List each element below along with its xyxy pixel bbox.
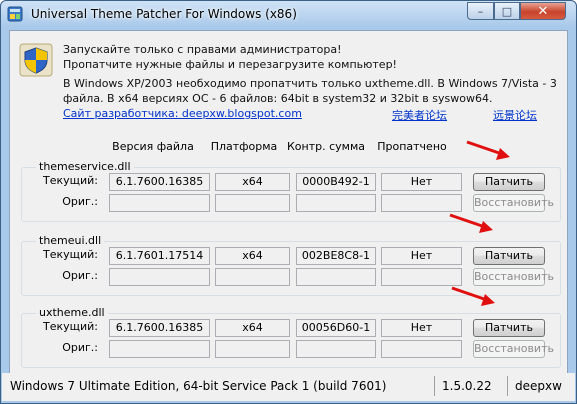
current-patched-field: Нет xyxy=(381,173,462,191)
file-name-label: themeservice.dll xyxy=(36,160,134,173)
patch-button[interactable]: Патчить xyxy=(473,173,545,191)
original-label: Ориг.: xyxy=(62,195,98,208)
restore-button[interactable]: Восстановить xyxy=(473,194,554,212)
original-checksum-field xyxy=(296,194,376,212)
developer-site-link[interactable]: Сайт разработчика: deepxw.blogspot.com xyxy=(63,107,302,120)
uac-shield-icon xyxy=(19,43,53,77)
original-platform-field xyxy=(215,340,290,358)
header-patched: Пропатчено xyxy=(377,140,447,153)
current-label: Текущий: xyxy=(42,320,98,333)
original-platform-field xyxy=(215,194,290,212)
red-arrow-icon xyxy=(451,286,495,306)
patch-button[interactable]: Патчить xyxy=(473,319,545,337)
admin-warning: Запускайте только с правами администрато… xyxy=(63,43,397,71)
file-name-label: uxtheme.dll xyxy=(36,306,108,319)
red-arrow-icon xyxy=(449,213,493,233)
current-version-field: 6.1.7601.17514 xyxy=(109,247,210,265)
status-bar: Windows 7 Ultimate Edition, 64-bit Servi… xyxy=(2,373,575,401)
original-patched-field xyxy=(381,340,462,358)
forum-link-1[interactable]: 完美者论坛 xyxy=(392,107,447,123)
forum-link-2[interactable]: 远景论坛 xyxy=(493,107,537,123)
current-version-field: 6.1.7600.16385 xyxy=(109,319,210,337)
window-title: Universal Theme Patcher For Windows (x86… xyxy=(31,7,297,21)
maximize-button[interactable]: □ xyxy=(494,2,520,20)
current-patched-field: Нет xyxy=(381,319,462,337)
current-label: Текущий: xyxy=(42,248,98,261)
current-patched-field: Нет xyxy=(381,247,462,265)
restore-button[interactable]: Восстановить xyxy=(473,340,554,358)
original-label: Ориг.: xyxy=(62,269,98,282)
main-window: Universal Theme Patcher For Windows (x86… xyxy=(0,0,577,404)
red-arrow-icon xyxy=(466,140,510,160)
header-platform: Платформа xyxy=(210,140,278,153)
status-author: deepxw xyxy=(515,379,562,393)
patch-button[interactable]: Патчить xyxy=(473,247,545,265)
title-bar[interactable]: Universal Theme Patcher For Windows (x86… xyxy=(1,1,576,29)
original-version-field xyxy=(109,194,210,212)
patch-description: В Windows XP/2003 необходимо пропатчить … xyxy=(63,77,557,105)
app-icon xyxy=(7,6,23,22)
status-separator xyxy=(434,376,435,396)
header-version: Версия файла xyxy=(112,140,194,153)
status-os: Windows 7 Ultimate Edition, 64-bit Servi… xyxy=(10,379,387,393)
original-label: Ориг.: xyxy=(62,341,98,354)
current-checksum-field: 00056D60-1 xyxy=(296,319,376,337)
status-separator xyxy=(507,376,508,396)
original-checksum-field xyxy=(296,340,376,358)
file-name-label: themeui.dll xyxy=(36,234,105,247)
original-checksum-field xyxy=(296,268,376,286)
current-checksum-field: 0000B492-1 xyxy=(296,173,376,191)
client-area: Запускайте только с правами администрато… xyxy=(9,30,568,397)
original-patched-field xyxy=(381,268,462,286)
original-platform-field xyxy=(215,268,290,286)
original-patched-field xyxy=(381,194,462,212)
original-version-field xyxy=(109,268,210,286)
current-version-field: 6.1.7600.16385 xyxy=(109,173,210,191)
current-label: Текущий: xyxy=(42,174,98,187)
current-platform-field: x64 xyxy=(215,319,290,337)
current-platform-field: x64 xyxy=(215,173,290,191)
current-checksum-field: 002BE8C8-1 xyxy=(296,247,376,265)
file-group-uxtheme: uxtheme.dll Текущий: 6.1.7600.16385 x64 … xyxy=(21,306,561,368)
minimize-button[interactable]: – xyxy=(467,2,494,20)
links-row: Сайт разработчика: deepxw.blogspot.com 完… xyxy=(63,107,563,122)
status-version: 1.5.0.22 xyxy=(442,379,492,393)
restore-button[interactable]: Восстановить xyxy=(473,268,554,286)
header-checksum: Контр. сумма xyxy=(286,140,365,153)
info-panel: Запускайте только с правами администрато… xyxy=(63,42,563,106)
current-platform-field: x64 xyxy=(215,247,290,265)
original-version-field xyxy=(109,340,210,358)
close-button[interactable]: ✕ xyxy=(520,2,566,20)
